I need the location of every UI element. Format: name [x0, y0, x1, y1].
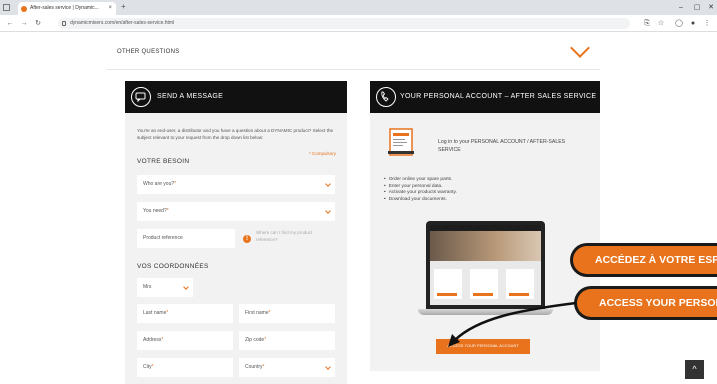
profile-icon[interactable]: ● — [688, 15, 698, 32]
product-reference-label: Product reference — [143, 235, 183, 241]
lock-icon — [62, 21, 66, 26]
first-name-label: First name — [245, 310, 269, 316]
compulsory-note: * Compulsory — [309, 151, 337, 156]
account-features-list: Order online your spare parts. Enter you… — [384, 177, 457, 203]
title-value: Mrs — [143, 284, 152, 290]
tab-close-icon[interactable]: × — [108, 2, 112, 15]
favicon-icon — [21, 6, 27, 12]
send-message-panel: SEND A MESSAGE You're an end-user, a dis… — [125, 81, 347, 384]
list-item: Download your documents. — [384, 197, 457, 204]
annotation-english-label: ACCESS YOUR PERSONAL — [574, 286, 717, 320]
address-input[interactable]: Address* — [137, 331, 233, 350]
who-are-you-select[interactable]: Who are you?* — [137, 175, 335, 194]
annotation-french-label: ACCÉDEZ À VOTRE ESPACE — [570, 243, 717, 277]
chevron-down-icon — [325, 181, 331, 187]
country-label: Country — [245, 364, 263, 370]
tab-title: After-sales service | Dynamic... — [30, 5, 99, 11]
chevron-down-icon[interactable] — [570, 38, 590, 58]
address-bar[interactable]: dynamicmixers.com/en/after-sales-service… — [58, 18, 630, 29]
send-message-intro: You're an end-user, a distributor and yo… — [137, 128, 334, 140]
chevron-down-icon — [183, 284, 189, 290]
you-need-select[interactable]: You need?* — [137, 202, 335, 221]
city-label: City — [143, 364, 152, 370]
send-message-title: SEND A MESSAGE — [157, 93, 224, 100]
access-account-button[interactable]: ACCESS YOUR PERSONAL ACCOUNT — [436, 339, 530, 354]
reload-icon[interactable]: ↻ — [33, 15, 43, 32]
forward-icon[interactable]: → — [19, 15, 29, 32]
who-are-you-label: Who are you? — [143, 181, 175, 187]
browser-tab-bar: After-sales service | Dynamic... × + – ▢… — [0, 0, 717, 15]
send-message-header: SEND A MESSAGE — [125, 81, 347, 113]
chevron-down-icon — [325, 364, 331, 370]
scroll-to-top-button[interactable]: ^ — [685, 360, 704, 379]
help-icon[interactable]: ! — [243, 235, 251, 243]
phone-support-icon — [376, 87, 396, 107]
zip-code-label: Zip code — [245, 337, 265, 343]
section-vos-coordonnees: VOS COORDONNÉES — [137, 263, 209, 270]
url-text: dynamicmixers.com/en/after-sales-service… — [70, 20, 175, 26]
personal-account-panel: YOUR PERSONAL ACCOUNT – AFTER SALES SERV… — [370, 81, 600, 371]
section-votre-besoin: VOTRE BESOIN — [137, 158, 190, 165]
last-name-input[interactable]: Last name* — [137, 304, 233, 323]
message-icon — [131, 87, 151, 107]
you-need-label: You need? — [143, 208, 167, 214]
list-item: Order online your spare parts. — [384, 177, 457, 184]
close-window-icon[interactable]: ✕ — [703, 0, 717, 15]
product-reference-input[interactable]: Product reference — [137, 229, 235, 248]
last-name-label: Last name — [143, 310, 167, 316]
title-select[interactable]: Mrs — [137, 278, 193, 297]
browser-toolbar: ← → ↻ dynamicmixers.com/en/after-sales-s… — [0, 15, 717, 32]
login-description: Log in to your PERSONAL ACCOUNT / AFTER-… — [438, 139, 566, 153]
list-item: Activate your products warranty. — [384, 190, 457, 197]
first-name-input[interactable]: First name* — [239, 304, 335, 323]
laptop-illustration — [418, 221, 553, 321]
extensions-icon[interactable]: ◯ — [674, 15, 684, 32]
country-select[interactable]: Country* — [239, 358, 335, 377]
browser-menu-icon[interactable]: ⋮ — [702, 15, 712, 32]
chevron-down-icon — [325, 208, 331, 214]
address-label: Address — [143, 337, 162, 343]
city-input[interactable]: City* — [137, 358, 233, 377]
other-questions-label: OTHER QUESTIONS — [117, 49, 180, 55]
minimize-icon[interactable]: – — [673, 0, 689, 15]
new-tab-button[interactable]: + — [121, 1, 126, 13]
find-reference-link[interactable]: Where can I find my product reference? — [256, 230, 326, 243]
back-icon[interactable]: ← — [5, 15, 15, 32]
bookmark-star-icon[interactable]: ☆ — [656, 15, 666, 32]
zip-code-input[interactable]: Zip code* — [239, 331, 335, 350]
other-questions-accordion[interactable]: OTHER QUESTIONS — [107, 33, 600, 70]
document-user-icon — [387, 127, 419, 159]
personal-account-title: YOUR PERSONAL ACCOUNT – AFTER SALES SERV… — [400, 93, 597, 100]
translate-icon[interactable]: ⎘ — [642, 15, 652, 32]
browser-tab[interactable]: After-sales service | Dynamic... × — [18, 2, 116, 15]
personal-account-header: YOUR PERSONAL ACCOUNT – AFTER SALES SERV… — [370, 81, 600, 113]
